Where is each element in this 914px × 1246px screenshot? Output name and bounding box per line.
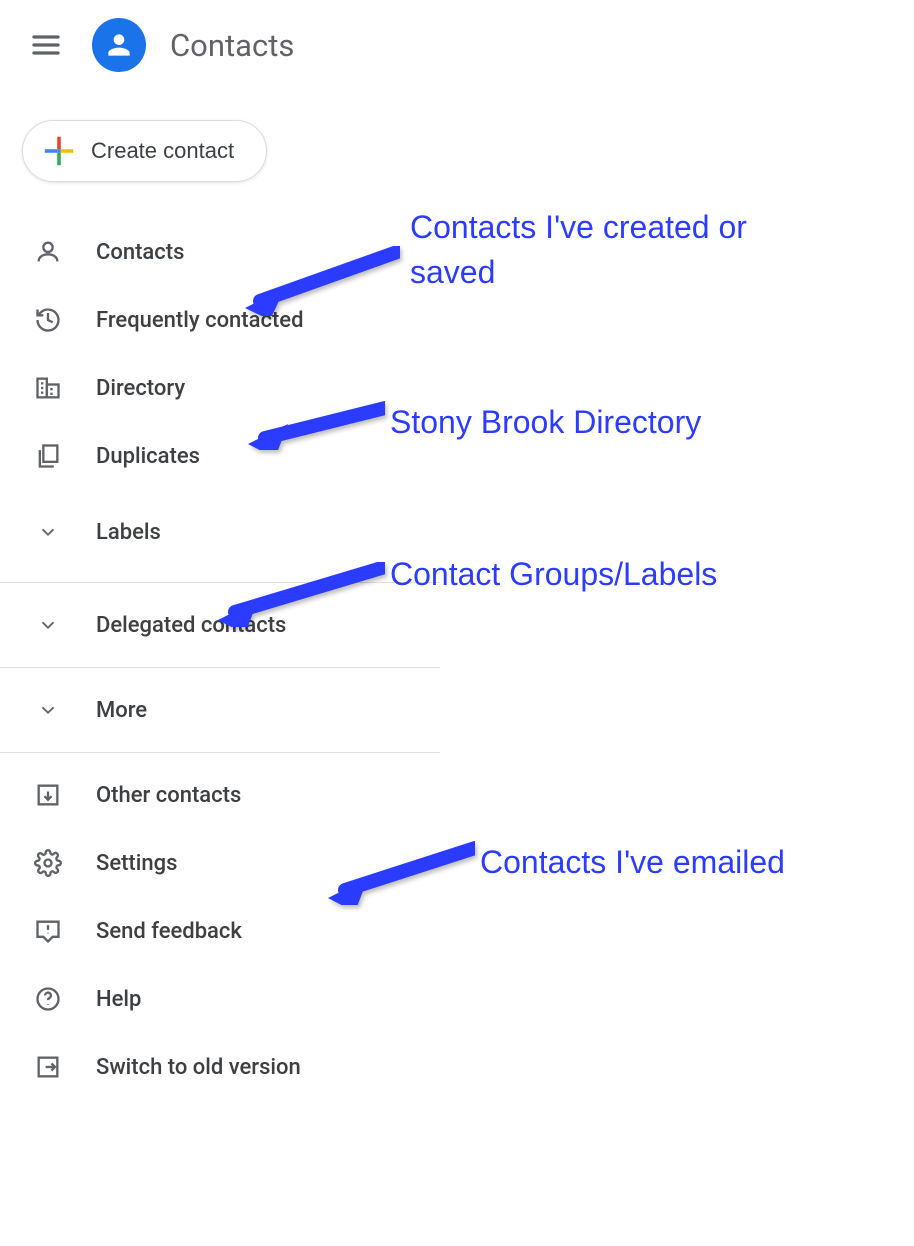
app-logo bbox=[92, 18, 146, 72]
person-outline-icon bbox=[32, 236, 64, 268]
sidebar-label-help: Help bbox=[96, 987, 141, 1012]
chevron-down-icon bbox=[32, 516, 64, 548]
app-title: Contacts bbox=[170, 27, 294, 64]
divider bbox=[0, 752, 440, 753]
history-icon bbox=[32, 304, 64, 336]
sidebar-item-contacts[interactable]: Contacts bbox=[0, 218, 440, 286]
help-icon bbox=[32, 983, 64, 1015]
divider bbox=[0, 667, 440, 668]
sidebar-label-other: Other contacts bbox=[96, 783, 241, 808]
app-header: Contacts bbox=[0, 0, 914, 90]
hamburger-icon bbox=[30, 29, 62, 61]
main-menu-button[interactable] bbox=[26, 25, 66, 65]
chevron-down-icon bbox=[32, 609, 64, 641]
sidebar-label-feedback: Send feedback bbox=[96, 919, 242, 944]
archive-icon bbox=[32, 779, 64, 811]
sidebar-label-frequently: Frequently contacted bbox=[96, 308, 303, 333]
sidebar-item-duplicates[interactable]: Duplicates bbox=[0, 422, 440, 490]
exit-icon bbox=[32, 1051, 64, 1083]
sidebar-label-more: More bbox=[96, 698, 147, 723]
person-icon bbox=[103, 29, 135, 61]
copy-icon bbox=[32, 440, 64, 472]
sidebar-item-help[interactable]: Help bbox=[0, 965, 440, 1033]
sidebar-item-more[interactable]: More bbox=[0, 676, 440, 744]
sidebar-label-duplicates: Duplicates bbox=[96, 444, 200, 469]
sidebar-item-settings[interactable]: Settings bbox=[0, 829, 440, 897]
sidebar-item-directory[interactable]: Directory bbox=[0, 354, 440, 422]
annotation-contacts: Contacts I've created or saved bbox=[410, 205, 770, 295]
chevron-down-icon bbox=[32, 694, 64, 726]
divider bbox=[0, 582, 440, 583]
sidebar-item-other-contacts[interactable]: Other contacts bbox=[0, 761, 440, 829]
sidebar-item-feedback[interactable]: Send feedback bbox=[0, 897, 440, 965]
sidebar-item-labels[interactable]: Labels bbox=[0, 498, 440, 566]
sidebar-label-switch: Switch to old version bbox=[96, 1055, 301, 1080]
sidebar-label-contacts: Contacts bbox=[96, 240, 184, 265]
sidebar-item-frequently-contacted[interactable]: Frequently contacted bbox=[0, 286, 440, 354]
plus-icon bbox=[43, 135, 75, 167]
sidebar-item-delegated[interactable]: Delegated contacts bbox=[0, 591, 440, 659]
sidebar-label-directory: Directory bbox=[96, 376, 185, 401]
sidebar-label-delegated: Delegated contacts bbox=[96, 613, 286, 638]
create-contact-button[interactable]: Create contact bbox=[22, 120, 267, 182]
sidebar-label-labels: Labels bbox=[96, 520, 161, 545]
annotation-directory: Stony Brook Directory bbox=[390, 400, 701, 445]
sidebar-menu: Contacts Frequently contacted Directory … bbox=[0, 218, 440, 1101]
annotation-labels: Contact Groups/Labels bbox=[390, 552, 717, 597]
sidebar-label-settings: Settings bbox=[96, 851, 177, 876]
domain-icon bbox=[32, 372, 64, 404]
annotation-other: Contacts I've emailed bbox=[480, 840, 785, 885]
sidebar-item-switch-old[interactable]: Switch to old version bbox=[0, 1033, 440, 1101]
create-contact-label: Create contact bbox=[91, 138, 234, 164]
feedback-icon bbox=[32, 915, 64, 947]
gear-icon bbox=[32, 847, 64, 879]
